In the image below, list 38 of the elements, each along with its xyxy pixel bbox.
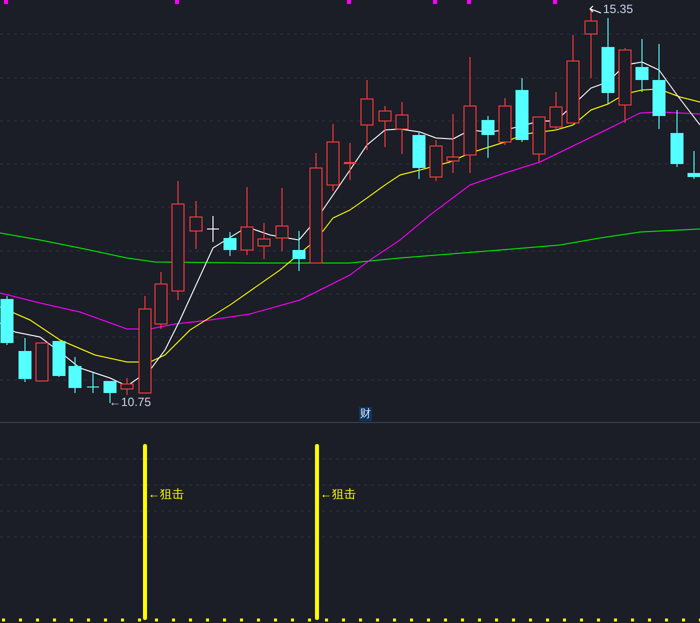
- candlestick: [482, 116, 494, 158]
- candlestick: [240, 186, 254, 256]
- candlestick: [516, 78, 528, 142]
- candlestick: [206, 216, 220, 242]
- candlestick: [412, 132, 426, 180]
- candlestick: [360, 80, 374, 150]
- candlestick: [670, 110, 684, 168]
- candlestick: [52, 340, 66, 378]
- candlestick: [396, 102, 408, 154]
- candlestick: [276, 188, 288, 252]
- arrow-icon: [589, 6, 602, 14]
- candlestick: [688, 150, 700, 180]
- high-price-label: 15.35: [603, 2, 634, 16]
- low-price-label: ←10.75: [109, 395, 152, 409]
- candlestick: [190, 200, 202, 250]
- candlestick: [378, 106, 392, 148]
- signal-label: ←狙击: [148, 486, 184, 502]
- candlestick: [86, 372, 100, 394]
- candlestick: [636, 38, 648, 92]
- candlestick: [36, 342, 48, 382]
- candlestick: [326, 124, 340, 192]
- marker-label: 财: [359, 407, 372, 421]
- candlestick: [0, 296, 14, 346]
- candlestick: [584, 6, 598, 78]
- candlestick: [498, 98, 512, 146]
- signal-label: ←狙击: [320, 486, 356, 502]
- candlestick: [532, 116, 546, 162]
- candlestick: [550, 92, 562, 130]
- candlestick: [258, 222, 270, 260]
- candlestick: [344, 142, 356, 180]
- candlestick: [18, 338, 32, 382]
- candlestick: [68, 356, 82, 394]
- candlestick: [430, 140, 442, 182]
- candlestick: [224, 232, 236, 256]
- candlestick: [292, 230, 306, 272]
- candlestick: [446, 114, 460, 174]
- candlestick: [120, 378, 134, 396]
- candlestick: [154, 272, 168, 330]
